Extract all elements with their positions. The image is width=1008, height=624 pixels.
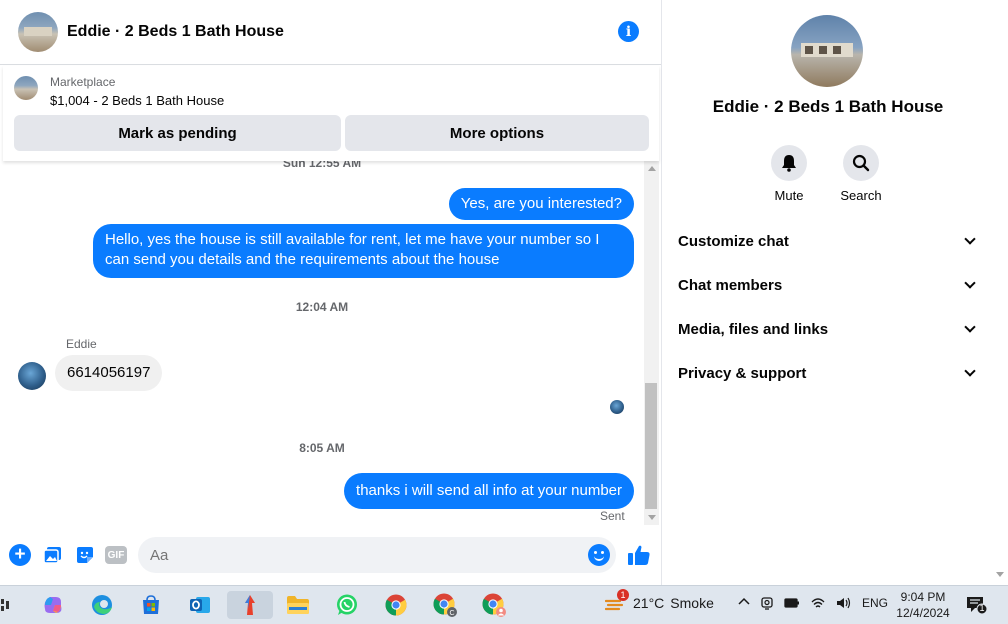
sender-avatar[interactable]	[18, 362, 46, 390]
listing-thumbnail[interactable]	[14, 76, 38, 100]
like-icon[interactable]	[627, 543, 651, 567]
emoji-icon[interactable]	[588, 544, 610, 566]
gif-icon[interactable]: GIF	[105, 546, 127, 564]
active-app-icon[interactable]	[227, 591, 273, 619]
battery-icon[interactable]	[784, 596, 800, 613]
chat-panel: Eddie · 2 Beds 1 Bath House i Marketplac…	[0, 0, 662, 585]
weather-widget[interactable]: 1 21°C Smoke	[604, 589, 714, 613]
timestamp: 12:04 AM	[295, 300, 349, 314]
section-chat-members[interactable]: Chat members	[678, 273, 978, 297]
weather-icon: 1	[604, 589, 629, 613]
mute-label: Mute	[774, 188, 804, 203]
message-scrollbar[interactable]	[644, 161, 659, 525]
section-label: Customize chat	[678, 232, 789, 250]
section-label: Media, files and links	[678, 320, 829, 338]
outgoing-message[interactable]: thanks i will send all info at your numb…	[344, 473, 634, 509]
mark-as-pending-button[interactable]: Mark as pending	[14, 115, 341, 151]
chevron-up-icon[interactable]	[738, 596, 750, 613]
chat-avatar[interactable]	[18, 12, 58, 52]
scroll-up-arrow-icon[interactable]	[648, 166, 656, 171]
chevron-down-icon	[964, 233, 976, 245]
notification-count: 1	[979, 603, 985, 613]
chrome-profile-icon[interactable]	[480, 591, 508, 619]
weather-condition: Smoke	[670, 595, 714, 611]
weather-badge: 1	[617, 589, 629, 601]
clock-date: 12/4/2024	[896, 606, 950, 620]
volume-icon[interactable]	[836, 596, 852, 613]
search-icon	[843, 145, 879, 181]
info-panel: Eddie · 2 Beds 1 Bath House Mute Search …	[663, 0, 1008, 585]
seen-avatar	[610, 400, 624, 414]
marketplace-card: Marketplace $1,004 - 2 Beds 1 Bath House…	[3, 66, 659, 161]
info-icon[interactable]: i	[618, 21, 639, 42]
marketplace-label: Marketplace	[50, 75, 116, 89]
chevron-down-icon	[964, 365, 976, 377]
system-tray: ENG	[738, 596, 888, 613]
wifi-icon[interactable]	[810, 596, 826, 613]
whatsapp-icon[interactable]	[333, 591, 361, 619]
timestamp: Sun 12:55 AM	[282, 161, 362, 170]
svg-text:C: C	[449, 610, 454, 617]
plus-icon[interactable]: +	[9, 544, 31, 566]
chevron-down-icon	[964, 277, 976, 289]
section-media-files-links[interactable]: Media, files and links	[678, 317, 978, 341]
scroll-thumb[interactable]	[645, 383, 657, 509]
search-button[interactable]: Search	[826, 145, 896, 203]
scroll-down-arrow-icon[interactable]	[996, 572, 1004, 577]
outgoing-message[interactable]: Hello, yes the house is still available …	[93, 224, 634, 278]
image-icon[interactable]	[42, 544, 64, 566]
outgoing-message[interactable]: Yes, are you interested?	[448, 188, 634, 220]
more-options-button[interactable]: More options	[345, 115, 649, 151]
listing-title[interactable]: $1,004 - 2 Beds 1 Bath House	[50, 93, 224, 108]
composer: + GIF	[0, 530, 661, 582]
scroll-down-arrow-icon[interactable]	[648, 515, 656, 520]
profile-name[interactable]: Eddie · 2 Beds 1 Bath House	[663, 97, 993, 117]
section-label: Chat members	[678, 276, 783, 294]
chat-header: Eddie · 2 Beds 1 Bath House i	[0, 0, 661, 65]
sticker-icon[interactable]	[74, 544, 96, 566]
sent-status: Sent	[600, 509, 625, 523]
clock-time: 9:04 PM	[900, 590, 946, 604]
camera-icon[interactable]	[760, 596, 774, 613]
search-label: Search	[840, 188, 882, 203]
message-input[interactable]	[138, 537, 616, 573]
chat-title[interactable]: Eddie · 2 Beds 1 Bath House	[67, 23, 284, 41]
store-icon[interactable]	[137, 591, 165, 619]
clock[interactable]: 9:04 PM 12/4/2024	[893, 589, 953, 621]
file-explorer-icon[interactable]	[284, 591, 312, 619]
edge-icon[interactable]	[88, 591, 116, 619]
task-view-icon[interactable]	[0, 591, 10, 619]
temperature: 21°C	[633, 595, 665, 611]
chevron-down-icon	[964, 321, 976, 333]
section-label: Privacy & support	[678, 364, 807, 382]
incoming-message[interactable]: 6614056197	[55, 355, 163, 391]
notification-icon[interactable]: 1	[966, 595, 988, 615]
taskbar: C 1 21°C Smoke ENG 9:04 PM 12/4/2024 1	[0, 585, 1008, 624]
chrome-icon[interactable]	[382, 591, 410, 619]
profile-avatar[interactable]	[791, 15, 863, 87]
message-list[interactable]: Sun 12:55 AM Yes, are you interested? He…	[0, 161, 644, 527]
section-customize-chat[interactable]: Customize chat	[678, 229, 978, 253]
outlook-icon[interactable]	[186, 591, 214, 619]
mute-button[interactable]: Mute	[754, 145, 824, 203]
messenger-window: Eddie · 2 Beds 1 Bath House i Marketplac…	[0, 0, 1008, 624]
chrome-profile-icon[interactable]: C	[431, 591, 459, 619]
section-privacy-support[interactable]: Privacy & support	[678, 361, 978, 385]
copilot-icon[interactable]	[39, 591, 67, 619]
sender-name: Eddie	[66, 337, 97, 351]
timestamp: 8:05 AM	[299, 441, 345, 455]
language-indicator[interactable]: ENG	[862, 596, 888, 613]
bell-icon	[771, 145, 807, 181]
